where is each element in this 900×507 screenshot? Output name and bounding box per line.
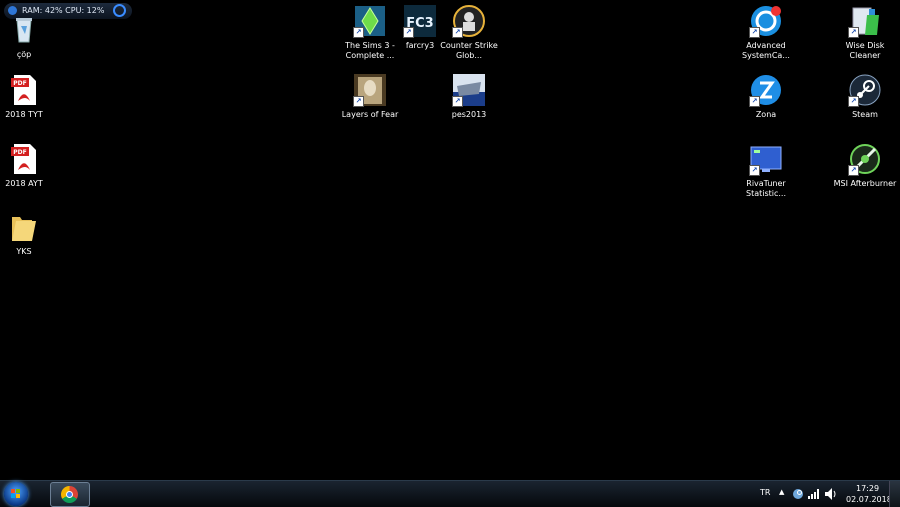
pdf-tag: PDF bbox=[13, 149, 26, 156]
desktop-icon-wise-disk-cleaner[interactable]: ↗ Wise Disk Cleaner bbox=[833, 5, 897, 61]
folder-label: YKS bbox=[16, 247, 32, 256]
show-desktop-button[interactable] bbox=[889, 481, 900, 507]
pdf-icon: PDF bbox=[8, 143, 40, 175]
shortcut-arrow-icon: ↗ bbox=[353, 96, 364, 107]
steam-label: Steam bbox=[852, 110, 878, 119]
layers-of-fear-icon: ↗ bbox=[353, 74, 386, 107]
desktop-icon-layers-of-fear[interactable]: ↗ Layers of Fear bbox=[338, 74, 402, 120]
clock-date[interactable]: 02.07.2018 bbox=[846, 495, 892, 504]
wise-disk-cleaner-icon: ↗ bbox=[848, 5, 881, 38]
asc-label: Advanced SystemCa... bbox=[742, 41, 790, 60]
wise-label: Wise Disk Cleaner bbox=[845, 41, 885, 60]
rivatuner-icon: ↗ bbox=[749, 143, 782, 176]
desktop-icon-advanced-systemcare[interactable]: ↗ Advanced SystemCa... bbox=[734, 5, 798, 61]
refresh-icon[interactable] bbox=[113, 4, 127, 17]
volume-icon[interactable] bbox=[825, 488, 838, 500]
desktop-icon-pes2013[interactable]: ↗ pes2013 bbox=[437, 74, 501, 120]
desktop-icon-msi-afterburner[interactable]: ↗ MSI Afterburner bbox=[833, 143, 897, 189]
windows-logo-icon bbox=[11, 489, 21, 499]
network-signal-icon[interactable] bbox=[808, 489, 820, 499]
msi-afterburner-icon: ↗ bbox=[848, 143, 881, 176]
shortcut-arrow-icon: ↗ bbox=[452, 96, 463, 107]
shortcut-arrow-icon: ↗ bbox=[452, 27, 463, 38]
shortcut-arrow-icon: ↗ bbox=[848, 27, 859, 38]
farcry-icon: FC3 ↗ bbox=[403, 5, 436, 38]
shortcut-arrow-icon: ↗ bbox=[749, 27, 760, 38]
sims-icon: ↗ bbox=[353, 5, 386, 38]
shortcut-arrow-icon: ↗ bbox=[749, 165, 760, 176]
shortcut-arrow-icon: ↗ bbox=[848, 165, 859, 176]
desktop-icon-recycle-bin[interactable]: çöp bbox=[0, 14, 56, 60]
counter-strike-icon: ↗ bbox=[452, 5, 485, 38]
pes-icon: ↗ bbox=[452, 74, 485, 107]
recycle-bin-icon bbox=[8, 14, 40, 46]
pdf1-label: 2018 TYT bbox=[5, 110, 43, 119]
desktop-icon-rivatuner[interactable]: ↗ RivaTuner Statistic... bbox=[734, 143, 798, 199]
advanced-systemcare-icon: ↗ bbox=[749, 5, 782, 38]
tray-expand-icon[interactable]: ▲ bbox=[779, 488, 784, 496]
desktop-icon-yks[interactable]: YKS bbox=[0, 211, 56, 257]
pdf-icon: PDF bbox=[8, 74, 40, 106]
shortcut-arrow-icon: ↗ bbox=[353, 27, 364, 38]
taskbar-chrome-button[interactable] bbox=[50, 482, 90, 507]
steam-tray-icon[interactable] bbox=[792, 488, 804, 500]
clock-time[interactable]: 17:29 bbox=[856, 484, 879, 493]
start-button[interactable] bbox=[4, 482, 28, 506]
cs-label: Counter Strike Glob... bbox=[440, 41, 498, 60]
taskbar: TR ▲ 17:29 02.07.2018 bbox=[0, 480, 900, 507]
zona-icon: ↗ bbox=[749, 74, 782, 107]
desktop-icon-2018-tyt[interactable]: PDF 2018 TYT bbox=[0, 74, 56, 120]
chrome-icon bbox=[61, 486, 78, 503]
steam-icon: ↗ bbox=[848, 74, 881, 107]
zona-label: Zona bbox=[755, 110, 777, 119]
msi-label: MSI Afterburner bbox=[833, 179, 897, 188]
riva-label: RivaTuner Statistic... bbox=[745, 179, 787, 198]
layers-label: Layers of Fear bbox=[341, 110, 399, 119]
pdf-tag: PDF bbox=[13, 80, 26, 87]
shortcut-arrow-icon: ↗ bbox=[848, 96, 859, 107]
desktop-icon-2018-ayt[interactable]: PDF 2018 AYT bbox=[0, 143, 56, 189]
desktop-icon-cs[interactable]: ↗ Counter Strike Glob... bbox=[437, 5, 501, 61]
desktop-icon-zona[interactable]: ↗ Zona bbox=[734, 74, 798, 120]
shortcut-arrow-icon: ↗ bbox=[403, 27, 414, 38]
pdf2-label: 2018 AYT bbox=[5, 179, 43, 188]
desktop-icon-steam[interactable]: ↗ Steam bbox=[833, 74, 897, 120]
shortcut-arrow-icon: ↗ bbox=[749, 96, 760, 107]
language-indicator[interactable]: TR bbox=[760, 488, 770, 497]
pes-label: pes2013 bbox=[451, 110, 487, 119]
recycle-bin-label: çöp bbox=[16, 50, 32, 59]
folder-icon bbox=[8, 211, 40, 243]
